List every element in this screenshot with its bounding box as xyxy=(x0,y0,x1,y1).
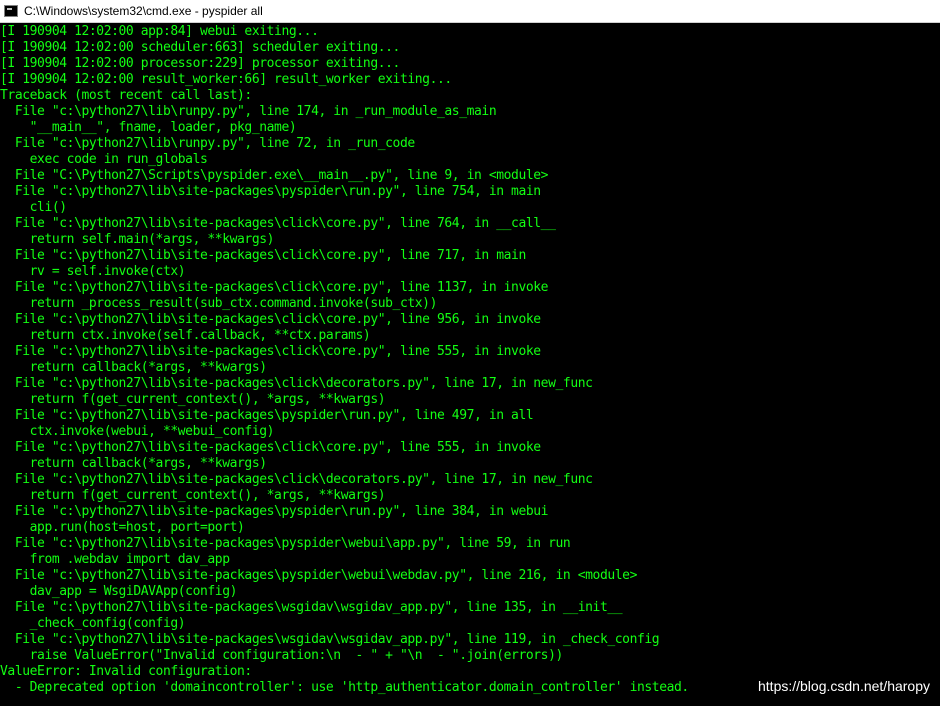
console-line: File "c:\python27\lib\site-packages\wsgi… xyxy=(0,600,623,615)
console-line: File "c:\python27\lib\site-packages\pysp… xyxy=(0,504,549,519)
console-line: ValueError: Invalid configuration: xyxy=(0,664,252,679)
console-line: File "c:\python27\lib\site-packages\clic… xyxy=(0,376,593,391)
console-line: [I 190904 12:02:00 app:84] webui exiting… xyxy=(0,24,319,39)
console-line: return f(get_current_context(), *args, *… xyxy=(0,488,386,503)
console-line: File "c:\python27\lib\site-packages\clic… xyxy=(0,216,556,231)
console-line: File "c:\python27\lib\site-packages\clic… xyxy=(0,280,549,295)
console-line: return _process_result(sub_ctx.command.i… xyxy=(0,296,438,311)
console-line: File "c:\python27\lib\site-packages\clic… xyxy=(0,248,526,263)
console-line: raise ValueError("Invalid configuration:… xyxy=(0,648,564,663)
console-line: rv = self.invoke(ctx) xyxy=(0,264,186,279)
console-line: cli() xyxy=(0,200,67,215)
console-line: return f(get_current_context(), *args, *… xyxy=(0,392,386,407)
console-line: File "c:\python27\lib\runpy.py", line 72… xyxy=(0,136,415,151)
console-line: exec code in run_globals xyxy=(0,152,208,167)
console-line: [I 190904 12:02:00 scheduler:663] schedu… xyxy=(0,40,400,55)
console-line: _check_config(config) xyxy=(0,616,186,631)
console-line: File "c:\python27\lib\site-packages\pysp… xyxy=(0,536,571,551)
watermark-text: https://blog.csdn.net/haropy xyxy=(758,678,930,694)
window-titlebar[interactable]: C:\Windows\system32\cmd.exe - pyspider a… xyxy=(0,0,940,23)
console-line: from .webdav import dav_app xyxy=(0,552,230,567)
console-line: Traceback (most recent call last): xyxy=(0,88,252,103)
window-title: C:\Windows\system32\cmd.exe - pyspider a… xyxy=(24,4,263,18)
console-line: return self.main(*args, **kwargs) xyxy=(0,232,275,247)
console-line: "__main__", fname, loader, pkg_name) xyxy=(0,120,297,135)
console-line: File "c:\python27\lib\runpy.py", line 17… xyxy=(0,104,497,119)
console-line: return ctx.invoke(self.callback, **ctx.p… xyxy=(0,328,371,343)
cmd-icon xyxy=(4,5,18,17)
console-line: [I 190904 12:02:00 processor:229] proces… xyxy=(0,56,400,71)
console-line: return callback(*args, **kwargs) xyxy=(0,456,267,471)
console-line: File "c:\python27\lib\site-packages\pysp… xyxy=(0,184,541,199)
console-line: [I 190904 12:02:00 result_worker:66] res… xyxy=(0,72,452,87)
console-line: return callback(*args, **kwargs) xyxy=(0,360,267,375)
console-line: app.run(host=host, port=port) xyxy=(0,520,245,535)
console-line: File "c:\python27\lib\site-packages\wsgi… xyxy=(0,632,660,647)
console-output[interactable]: [I 190904 12:02:00 app:84] webui exiting… xyxy=(0,24,940,706)
console-line: File "C:\Python27\Scripts\pyspider.exe\_… xyxy=(0,168,549,183)
console-line: - Deprecated option 'domaincontroller': … xyxy=(0,680,689,695)
console-line: ctx.invoke(webui, **webui_config) xyxy=(0,424,275,439)
console-line: dav_app = WsgiDAVApp(config) xyxy=(0,584,238,599)
console-line: File "c:\python27\lib\site-packages\clic… xyxy=(0,312,541,327)
console-line: File "c:\python27\lib\site-packages\pysp… xyxy=(0,408,534,423)
console-line: File "c:\python27\lib\site-packages\clic… xyxy=(0,440,541,455)
console-line: File "c:\python27\lib\site-packages\pysp… xyxy=(0,568,638,583)
console-line: File "c:\python27\lib\site-packages\clic… xyxy=(0,344,541,359)
console-line: File "c:\python27\lib\site-packages\clic… xyxy=(0,472,593,487)
